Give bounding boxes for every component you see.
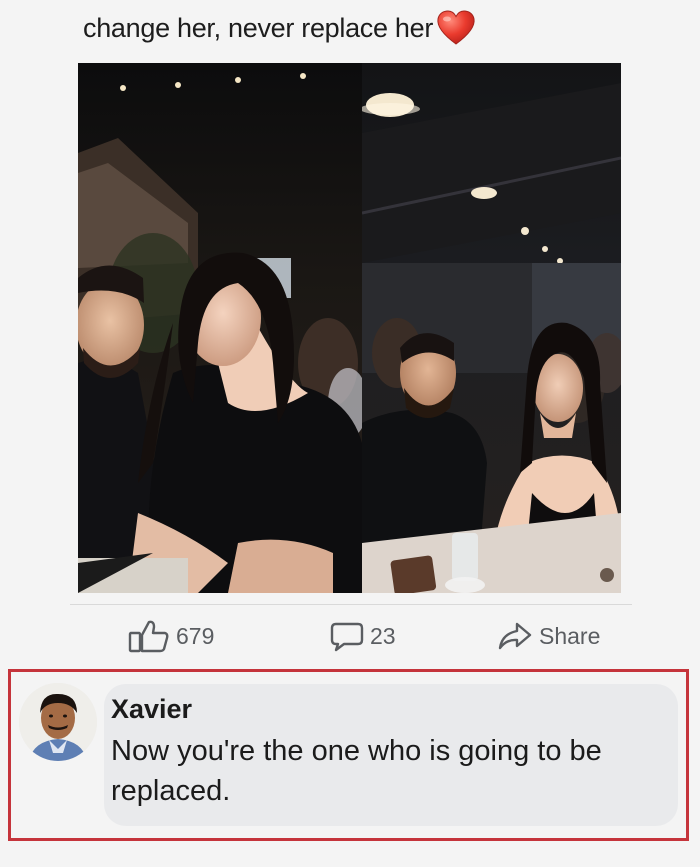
likes-count: 679 — [176, 622, 215, 649]
share-button[interactable]: Share — [497, 612, 600, 660]
actions-divider — [70, 604, 632, 605]
post-card: change her, never replace her 679 23 Sha… — [0, 0, 700, 867]
thumbs-up-icon — [128, 620, 169, 653]
share-arrow-icon — [498, 622, 532, 650]
like-button[interactable]: 679 — [128, 612, 214, 660]
comment-text: Now you're the one who is going to be re… — [111, 735, 602, 807]
commenter-avatar[interactable] — [19, 683, 97, 761]
comments-count: 23 — [370, 622, 396, 649]
post-photo-collage[interactable] — [78, 63, 621, 593]
speech-bubble-icon — [330, 622, 364, 652]
photo-left[interactable] — [78, 63, 362, 593]
share-label: Share — [539, 622, 601, 649]
post-actions: 679 23 Share — [0, 612, 700, 660]
heart-emoji-icon — [435, 9, 477, 47]
post-caption-text: change her, never replace her — [83, 12, 434, 43]
post-caption: change her, never replace her — [83, 8, 477, 48]
photo-right[interactable] — [362, 63, 621, 593]
comment-button[interactable]: 23 — [330, 612, 396, 660]
comment-author[interactable]: Xavier — [111, 694, 192, 725]
